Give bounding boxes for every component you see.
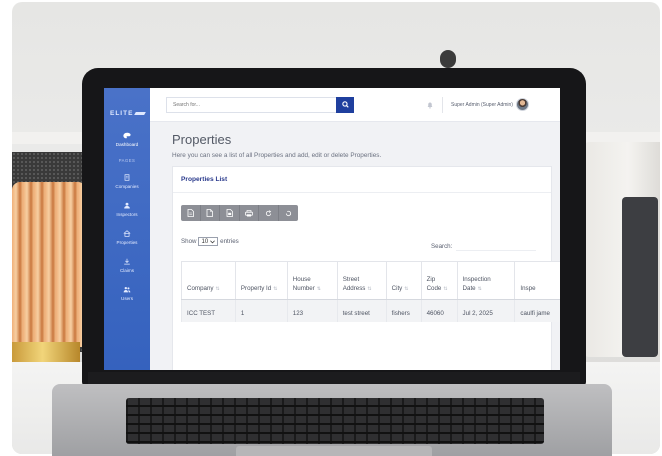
sidebar-item-label: Companies [115,184,139,189]
refresh-button[interactable] [259,205,279,221]
copy-button[interactable] [181,205,201,221]
sidebar-item-dashboard[interactable]: Dashboard [104,126,150,154]
print-icon [244,209,253,216]
table-cell: 46060 [420,299,458,323]
palette-icon [123,132,131,139]
page-title: Properties [172,132,232,147]
sidebar-item-inspectors[interactable]: Inspectors [104,196,150,224]
brand-logo[interactable]: ELITE [104,100,150,126]
touchpad [236,446,432,456]
csv-button[interactable] [201,205,220,221]
sidebar-section-heading: PAGES [118,158,136,163]
topbar-divider [442,96,443,113]
column-header-house-number[interactable]: House Number ⇅ [286,261,338,300]
table-search: Search: [431,241,537,251]
entries-length-control: Show 10 entries [181,237,239,246]
sort-icon: ⇅ [273,286,278,293]
avatar[interactable] [515,98,529,111]
entries-select[interactable]: 10 [198,237,219,246]
table-header-row: Company ⇅ Property Id ⇅ House Number ⇅ Stre… [181,261,560,300]
sort-icon: ⇅ [316,286,321,293]
column-header-zip-code[interactable]: Zip Code ⇅ [420,261,458,300]
home-icon [123,230,131,237]
refresh-icon [265,209,271,216]
column-header-inspection-date[interactable]: Inspection Date ⇅ [456,261,516,300]
ribbed-lamp [12,182,86,347]
card-title: Properties List [181,176,228,183]
table-search-label: Search: [431,242,453,250]
print-button[interactable] [240,205,259,221]
sidebar-item-label: Dashboard [115,142,139,147]
app-window: ELITE Dashboard PAGES Companies Inspecto… [104,88,560,370]
table-cell: fishers [385,299,422,323]
sidebar-item-label: Users [121,296,133,301]
laptop-screen: ELITE Dashboard PAGES Companies Inspecto… [104,88,560,370]
table-search-input[interactable] [456,241,537,251]
export-toolbar [181,205,298,221]
table-cell: ICC TEST [181,299,236,323]
properties-table: Company ⇅ Property Id ⇅ House Number ⇅ Stre… [181,261,560,323]
sort-icon: ⇅ [404,286,409,293]
entries-label: entries [220,238,239,245]
column-header-inspector[interactable]: Inspe [514,261,560,300]
reset-icon [285,210,291,216]
table-cell: 1 [234,299,288,323]
table-cell: Jul 2, 2025 [456,299,516,323]
sidebar-item-claims[interactable]: Claims [104,252,150,280]
show-label: Show [181,238,197,245]
page-subtitle: Here you can see a list of all Propertie… [172,152,382,159]
users-icon [123,286,131,293]
user-name[interactable]: Super Admin (Super Admin) [451,102,513,108]
column-header-street-address[interactable]: Street Address ⇅ [336,261,387,300]
sidebar-item-companies[interactable]: Companies [104,168,150,196]
bell-icon[interactable] [426,101,434,109]
properties-card: Properties List Show 10 entries Search: … [172,166,560,370]
copy-icon [187,209,194,217]
person-icon [124,202,130,209]
sort-icon: ⇅ [367,286,372,293]
sidebar: ELITE Dashboard PAGES Companies Inspecto… [104,88,150,370]
column-header-property-id[interactable]: Property Id ⇅ [234,261,288,300]
entries-value: 10 [201,238,209,245]
search-button[interactable] [336,96,354,113]
sidebar-item-properties[interactable]: Properties [104,224,150,252]
main-content: Super Admin (Super Admin) Properties Her… [150,88,560,370]
logo-mark-icon [134,111,147,115]
logo-text: ELITE [110,109,134,117]
sidebar-item-label: Claims [119,268,135,273]
sort-icon: ⇅ [215,286,220,293]
global-search [166,96,354,113]
table-cell: test street [336,299,387,323]
pdf-icon [226,209,233,217]
pdf-button[interactable] [220,205,240,221]
chevron-down-icon [210,239,216,243]
sort-icon: ⇅ [477,286,482,293]
topbar: Super Admin (Super Admin) [150,88,560,122]
dark-cushion [622,197,658,357]
table-row[interactable]: ICC TEST 1 123 test street fishers 46060… [181,299,560,323]
csv-icon [206,209,214,217]
search-icon [341,101,349,108]
table-cell: caulfi jame [514,299,560,323]
building-icon [124,174,130,181]
sidebar-item-label: Inspectors [116,212,138,217]
reset-button[interactable] [279,205,299,221]
wall-hook [440,50,456,68]
sort-icon: ⇅ [443,286,448,293]
column-header-city[interactable]: City ⇅ [385,261,422,300]
table-cell: 123 [286,299,338,323]
keyboard-rows [126,398,544,444]
sidebar-item-label: Properties [116,240,138,245]
card-header: Properties List [173,167,551,193]
download-icon [124,258,130,265]
search-input[interactable] [166,96,336,113]
column-header-company[interactable]: Company ⇅ [181,261,236,300]
sidebar-item-users[interactable]: Users [104,280,150,308]
